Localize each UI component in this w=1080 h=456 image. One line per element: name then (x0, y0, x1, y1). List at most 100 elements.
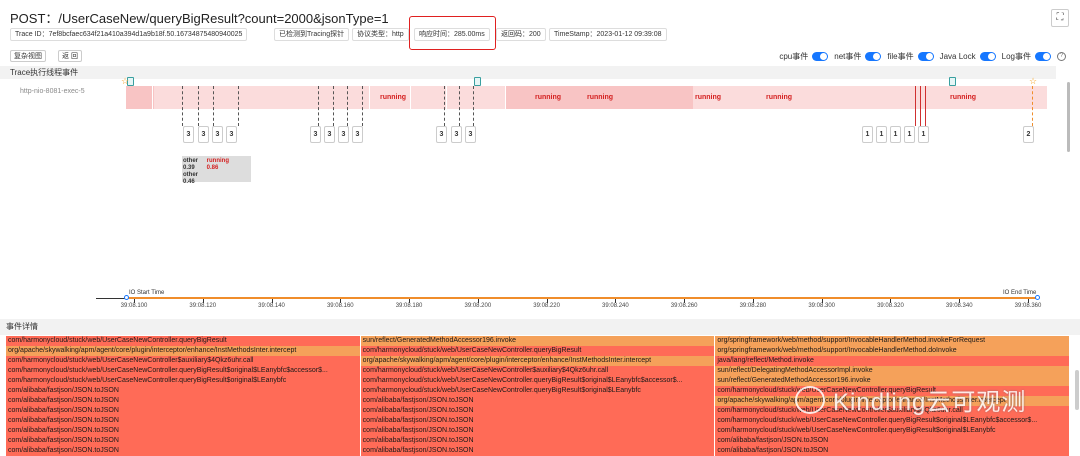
table-cell[interactable]: com/alibaba/fastjson/JSON.toJSON (6, 396, 360, 406)
table-cell[interactable]: com/harmonycloud/stuck/web/UserCaseNewCo… (360, 346, 715, 356)
event-marker[interactable]: 3 (198, 126, 209, 143)
axis-tick-label: 39:08.360 (1014, 303, 1042, 309)
table-cell[interactable]: org/springframework/web/method/support/I… (715, 346, 1070, 356)
trace-section-header: Trace执行线程事件 (0, 66, 1056, 79)
star-icon[interactable]: ☆ (121, 76, 129, 87)
event-marker[interactable]: 3 (310, 126, 321, 143)
table-cell[interactable]: com/harmonycloud/stuck/web/UserCaseNewCo… (6, 336, 360, 346)
axis-tick-label: 39:08.300 (808, 303, 836, 309)
table-cell[interactable]: com/alibaba/fastjson/JSON.toJSON (6, 446, 360, 456)
event-marker[interactable]: 3 (451, 126, 462, 143)
table-cell[interactable]: com/alibaba/fastjson/JSON.toJSON (360, 426, 715, 436)
tooltip-value: 0.39 (183, 165, 195, 171)
running-label: running (766, 94, 793, 101)
scrollbar[interactable] (1067, 82, 1070, 152)
event-toggles: cpu事件 net事件 file事件 Java Lock Log事件 ? (779, 51, 1066, 62)
table-cell[interactable]: com/alibaba/fastjson/JSON.toJSON (360, 446, 715, 456)
table-cell[interactable]: com/harmonycloud/stuck/web/UserCaseNewCo… (360, 386, 715, 396)
axis-tick-label: 39:08.220 (533, 303, 560, 309)
event-marker[interactable]: 3 (212, 126, 223, 143)
axis-tick-label: 39:08.280 (739, 303, 767, 309)
event-marker[interactable]: 1 (918, 126, 929, 143)
table-cell[interactable]: java/lang/reflect/Method.invoke (715, 356, 1070, 366)
event-marker[interactable]: 1 (890, 126, 901, 143)
table-cell[interactable]: com/alibaba/fastjson/JSON.toJSON (360, 416, 715, 426)
protocol-tag: 协议类型：http (352, 28, 409, 41)
help-icon[interactable]: ? (1057, 52, 1066, 61)
event-marker[interactable]: 1 (904, 126, 915, 143)
axis-tick-label: 39:08.100 (120, 303, 148, 309)
table-cell[interactable]: com/harmonycloud/stuck/web/UserCaseNewCo… (715, 426, 1070, 436)
file-toggle[interactable] (917, 52, 934, 61)
axis-tick-label: 39:08.320 (877, 303, 904, 309)
table-cell[interactable]: com/alibaba/fastjson/JSON.toJSON (360, 396, 715, 406)
star-icon[interactable]: ☆ (1029, 76, 1037, 87)
trace-id-tag: Trace ID：7ef8bcfaec634f21a410a394d1a9b18… (10, 28, 248, 41)
table-row: com/alibaba/fastjson/JSON.toJSON com/alib… (6, 436, 1070, 446)
table-cell[interactable]: org/springframework/web/method/support/I… (715, 336, 1070, 346)
axis-tick-label: 39:08.200 (464, 303, 492, 309)
table-cell[interactable]: com/harmonycloud/stuck/web/UserCaseNewCo… (360, 366, 715, 376)
event-marker[interactable]: 3 (352, 126, 363, 143)
table-cell[interactable]: com/harmonycloud/stuck/web/UserCaseNewCo… (6, 356, 360, 366)
event-marker[interactable]: 1 (862, 126, 873, 143)
complex-view-button[interactable]: 复杂视图 (10, 50, 46, 62)
event-marker[interactable]: 3 (338, 126, 349, 143)
fullscreen-icon[interactable]: ⛶ (1051, 9, 1069, 27)
log-toggle-label: Log事件 (1001, 52, 1031, 61)
scrollbar[interactable] (1075, 370, 1079, 410)
axis-tick-label: 39:08.260 (670, 303, 698, 309)
table-row: com/alibaba/fastjson/JSON.toJSON com/alib… (6, 416, 1070, 426)
table-row: com/harmonycloud/stuck/web/UserCaseNewCo… (6, 336, 1070, 346)
lock-toggle[interactable] (979, 52, 996, 61)
wechat-logo-icon (795, 385, 825, 414)
running-label: running (535, 94, 562, 101)
log-doc-icon[interactable] (474, 77, 481, 86)
table-cell[interactable]: com/alibaba/fastjson/JSON.toJSON (6, 386, 360, 396)
table-cell[interactable]: com/harmonycloud/stuck/web/UserCaseNewCo… (360, 376, 715, 386)
cpu-toggle[interactable] (812, 52, 829, 61)
table-cell[interactable]: com/alibaba/fastjson/JSON.toJSON (715, 436, 1070, 446)
table-row: com/harmonycloud/stuck/web/UserCaseNewCo… (6, 356, 1070, 366)
table-cell[interactable]: com/harmonycloud/stuck/web/UserCaseNewCo… (715, 416, 1070, 426)
table-cell[interactable]: com/alibaba/fastjson/JSON.toJSON (360, 436, 715, 446)
table-cell[interactable]: org/apache/skywalking/apm/agent/core/plu… (6, 346, 360, 356)
status-code-tag: 返回码：200 (496, 28, 546, 41)
table-cell[interactable]: com/alibaba/fastjson/JSON.toJSON (6, 406, 360, 416)
table-cell[interactable]: com/harmonycloud/stuck/web/UserCaseNewCo… (6, 376, 360, 386)
table-cell[interactable]: sun/reflect/GeneratedMethodAccessor196.i… (360, 336, 715, 346)
event-marker[interactable]: 3 (465, 126, 476, 143)
tooltip-label: running (206, 158, 229, 164)
table-cell[interactable]: sun/reflect/DelegatingMethodAccessorImpl… (715, 366, 1070, 376)
axis-tick-label: 39:08.180 (395, 303, 423, 309)
net-toggle[interactable] (865, 52, 882, 61)
highlight-box (409, 16, 496, 50)
event-marker[interactable]: 3 (436, 126, 447, 143)
log-toggle[interactable] (1035, 52, 1051, 61)
table-cell[interactable]: com/alibaba/fastjson/JSON.toJSON (360, 406, 715, 416)
event-marker[interactable]: 3 (324, 126, 335, 143)
table-row: com/alibaba/fastjson/JSON.toJSON com/alib… (6, 446, 1070, 456)
table-cell[interactable]: com/alibaba/fastjson/JSON.toJSON (6, 426, 360, 436)
event-marker[interactable]: 2 (1023, 126, 1034, 143)
event-marker[interactable]: 3 (226, 126, 237, 143)
table-cell[interactable]: com/harmonycloud/stuck/web/UserCaseNewCo… (6, 366, 360, 376)
event-marker[interactable]: 3 (183, 126, 194, 143)
axis-tick-label: 39:08.120 (189, 303, 217, 309)
event-marker[interactable]: 1 (876, 126, 887, 143)
table-cell[interactable]: org/apache/skywalking/apm/agent/core/plu… (360, 356, 715, 366)
cpu-toggle-label: cpu事件 (779, 52, 809, 61)
lock-toggle-label: Java Lock (939, 52, 976, 61)
tooltip-value: 0.86 (206, 165, 219, 171)
timestamp-tag: TimeStamp：2023-01-12 09:39:08 (549, 28, 667, 41)
back-button[interactable]: 返 回 (58, 50, 82, 62)
watermark: Kindling云可观测 (795, 382, 1026, 417)
table-cell[interactable]: com/alibaba/fastjson/JSON.toJSON (6, 436, 360, 446)
table-cell[interactable]: com/alibaba/fastjson/JSON.toJSON (715, 446, 1070, 456)
tooltip-label: other (183, 172, 198, 178)
thread-name: http-nio-8081-exec-5 (20, 88, 85, 95)
table-cell[interactable]: com/alibaba/fastjson/JSON.toJSON (6, 416, 360, 426)
timeline-segment[interactable] (126, 86, 154, 109)
log-doc-icon[interactable] (949, 77, 956, 86)
axis-tick-label: 39:08.240 (602, 303, 629, 309)
